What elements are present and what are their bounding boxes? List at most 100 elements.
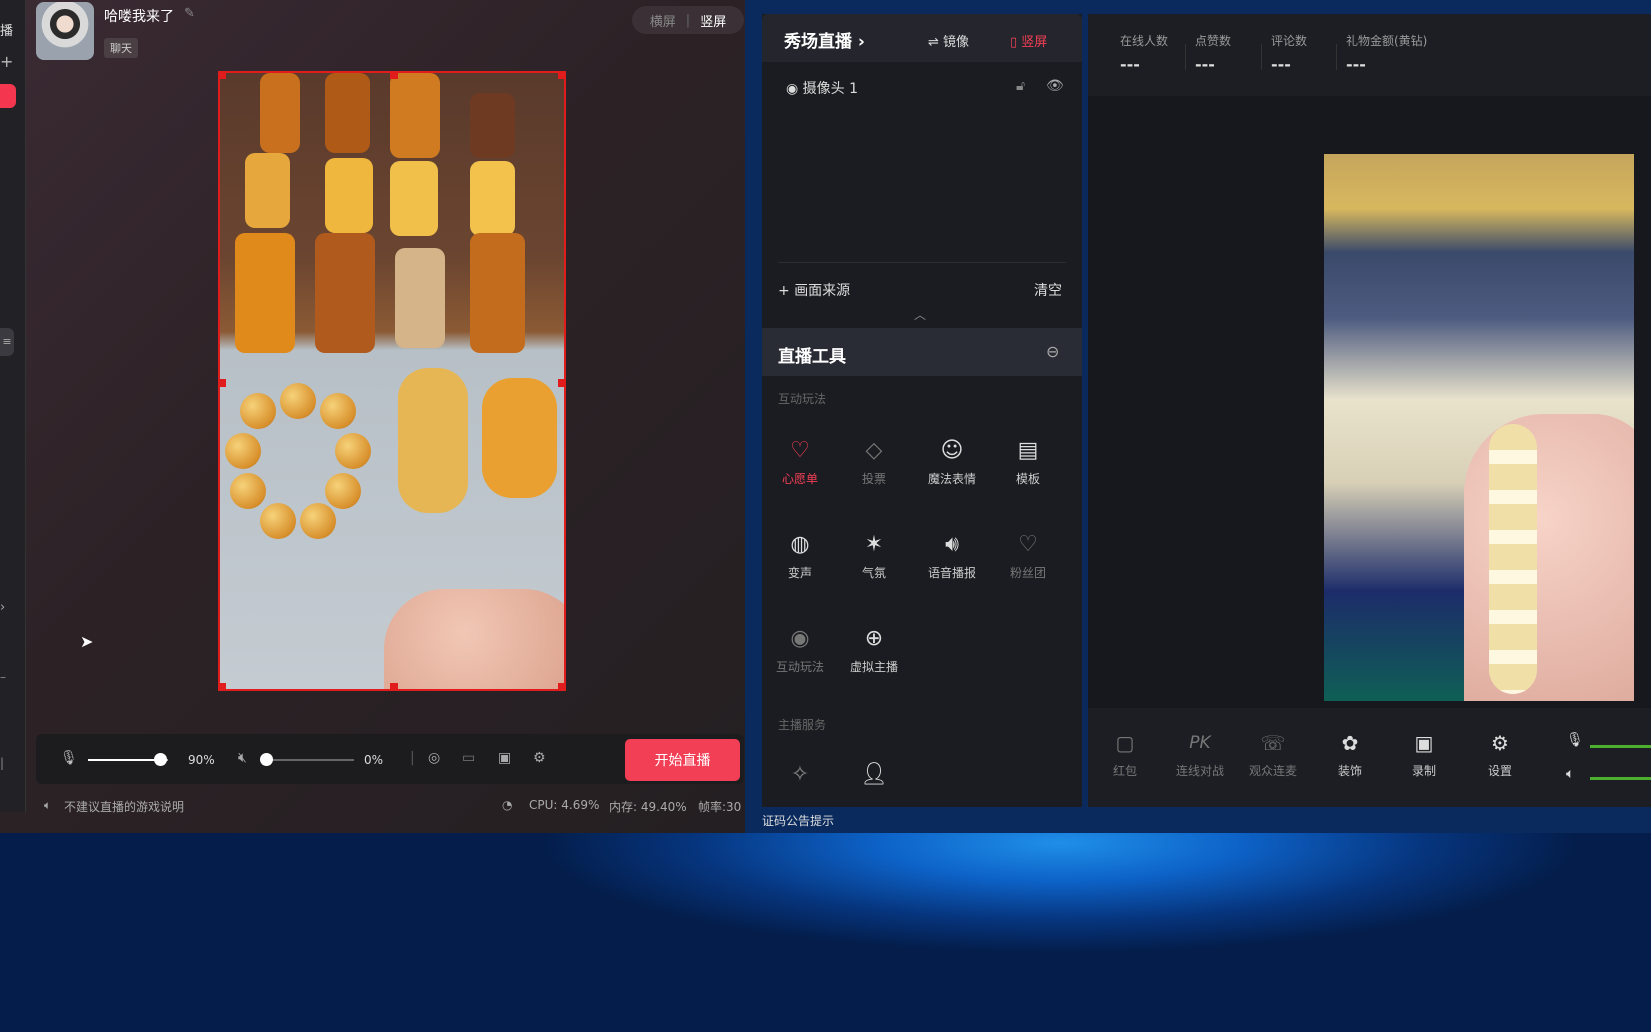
tool-item[interactable]: ▤ 模板 [993,436,1063,487]
chevron-up-icon[interactable]: ︿ [914,306,926,323]
bottom-tool-item[interactable]: PK 连线对战 [1170,728,1230,779]
resize-handle[interactable] [220,683,226,689]
scene-title[interactable]: 秀场直播 › [784,27,865,52]
bead [300,503,336,539]
amber-piece [260,73,300,153]
game-hint-link[interactable]: 不建议直播的游戏说明 [64,798,184,815]
tool-label: 魔法表情 [927,472,976,486]
tool-label: 变声 [787,566,812,580]
dash-icon: – [0,670,6,684]
chevron-right-icon[interactable]: › [0,600,5,615]
landscape-option[interactable]: 横屏 [650,11,676,30]
host-tool-bonus[interactable]: ✧ [765,760,835,790]
resize-handle[interactable] [558,379,564,387]
speaker-volume-knob[interactable] [260,753,273,766]
stat-value: --- [1346,55,1366,74]
speaker-icon[interactable]: 🔈︎ [1566,766,1574,782]
beauty-icon[interactable]: ◎ [428,750,440,766]
source-item-camera[interactable]: ◉ 摄像头 1 [786,78,858,98]
tool-item[interactable]: ♡ 粉丝团 [993,530,1063,581]
bottom-tool-label: 录制 [1411,764,1436,778]
category-tag[interactable]: 聊天 [104,38,138,58]
bottom-tool-item[interactable]: ✿ 装饰 [1320,728,1380,779]
bottom-tool-item[interactable]: ☏ 观众连麦 [1243,728,1303,779]
record-icon: ▣ [1414,731,1434,755]
tool-item[interactable]: 🔊︎ 语音播报 [917,530,987,581]
start-live-button[interactable]: 开始直播 [625,739,740,781]
amber-piece [325,73,370,153]
bottom-tool-item[interactable]: ▢ 红包 [1095,728,1155,779]
call-icon: ☏ [1260,731,1286,755]
resize-handle[interactable] [220,73,226,79]
bead [240,393,276,429]
atmosphere-icon: ✶ [864,532,884,557]
resize-handle[interactable] [390,683,398,689]
avatar[interactable] [36,2,94,60]
tool-item[interactable]: ◉ 互动玩法 [765,624,835,675]
user-name: 哈喽我来了 [104,9,174,25]
tool-item[interactable]: ✶ 气氛 [839,530,909,581]
tool-item[interactable]: ♡ 心愿单 [765,436,835,487]
edit-icon[interactable]: ✎ [184,6,195,21]
bead [225,433,261,469]
more-icon[interactable]: ⊖ [1046,342,1059,361]
menu-icon[interactable]: ≡ [0,328,14,356]
clear-button[interactable]: 清空 [1034,280,1062,300]
speaker-mute-icon[interactable]: 🔇︎ [238,750,247,766]
screen-icon[interactable]: ▭ [462,750,475,766]
notice-link[interactable]: 证码公告提示 [762,812,834,829]
tool-item[interactable]: ⊕ 虚拟主播 [839,624,909,675]
resize-handle[interactable] [558,73,564,79]
bead [260,503,296,539]
tool-label: 气氛 [861,566,886,580]
bead-bracelet [1489,424,1537,694]
microphone-icon[interactable]: 🎙︎ [1566,732,1584,748]
stat-item: 礼物金额(黄钻) --- [1346,32,1427,74]
settings-icon: ⚙︎ [1491,731,1509,755]
pk-icon: PK [1189,733,1211,753]
mic-volume-knob[interactable] [154,753,167,766]
tool-item[interactable]: ◇ 投票 [839,436,909,487]
speaker-icon: 🔊︎ [945,532,959,557]
strip-active-indicator[interactable] [0,84,16,108]
add-source-button[interactable]: + 画面来源 [778,280,850,300]
camera-label: 摄像头 1 [802,81,859,97]
eye-icon[interactable]: 👁︎ [1046,78,1064,94]
fan-heart-icon: ♡ [1018,532,1038,557]
host-tool-user[interactable]: 👤︎ [839,760,909,790]
cpu-usage: CPU: 4.69% [529,798,600,812]
game-icon: ◉ [790,626,810,651]
bottom-tool-item[interactable]: ▣ 录制 [1394,728,1454,779]
tools-title: 直播工具 [778,347,846,367]
desktop-background [0,833,1651,1032]
bead [320,393,356,429]
resize-handle[interactable] [558,683,564,689]
live-stream-view[interactable] [1324,154,1634,701]
lock-icon[interactable]: 🔓︎ [1016,78,1025,94]
section-host-services: 主播服务 [778,718,827,732]
portrait-option[interactable]: 竖屏 [700,11,726,30]
tool-label: 投票 [861,472,886,486]
stat-label: 评论数 [1271,34,1308,48]
orientation-toggle[interactable]: 横屏 | 竖屏 [632,6,744,34]
vertical-button[interactable]: ▯ 竖屏 [1010,31,1047,50]
user-icon: 👤︎ [860,762,888,787]
microphone-icon[interactable]: 🎙︎ [60,750,78,766]
memory-usage: 内存: 49.40% [609,800,687,814]
settings-icon[interactable]: ⚙︎ [533,750,546,766]
bottom-tool-item[interactable]: ⚙︎ 设置 [1470,728,1530,779]
mic-volume-value: 90% [188,753,215,767]
stream-preview[interactable] [218,71,566,691]
tool-item[interactable]: ◍ 变声 [765,530,835,581]
mirror-button[interactable]: ⇌ 镜像 [928,31,969,50]
camera-icon[interactable]: ▣ [498,750,511,766]
stat-label: 礼物金额(黄钻) [1346,34,1428,48]
resize-handle[interactable] [390,73,398,79]
tool-item[interactable]: ☺ 魔法表情 [917,436,987,487]
plus-icon[interactable]: + [0,52,13,71]
stat-label: 点赞数 [1195,34,1232,48]
stat-value: --- [1195,55,1215,74]
speaker-volume-slider[interactable] [262,759,354,761]
resize-handle[interactable] [220,379,226,387]
vertical-label: 竖屏 [1021,35,1048,50]
